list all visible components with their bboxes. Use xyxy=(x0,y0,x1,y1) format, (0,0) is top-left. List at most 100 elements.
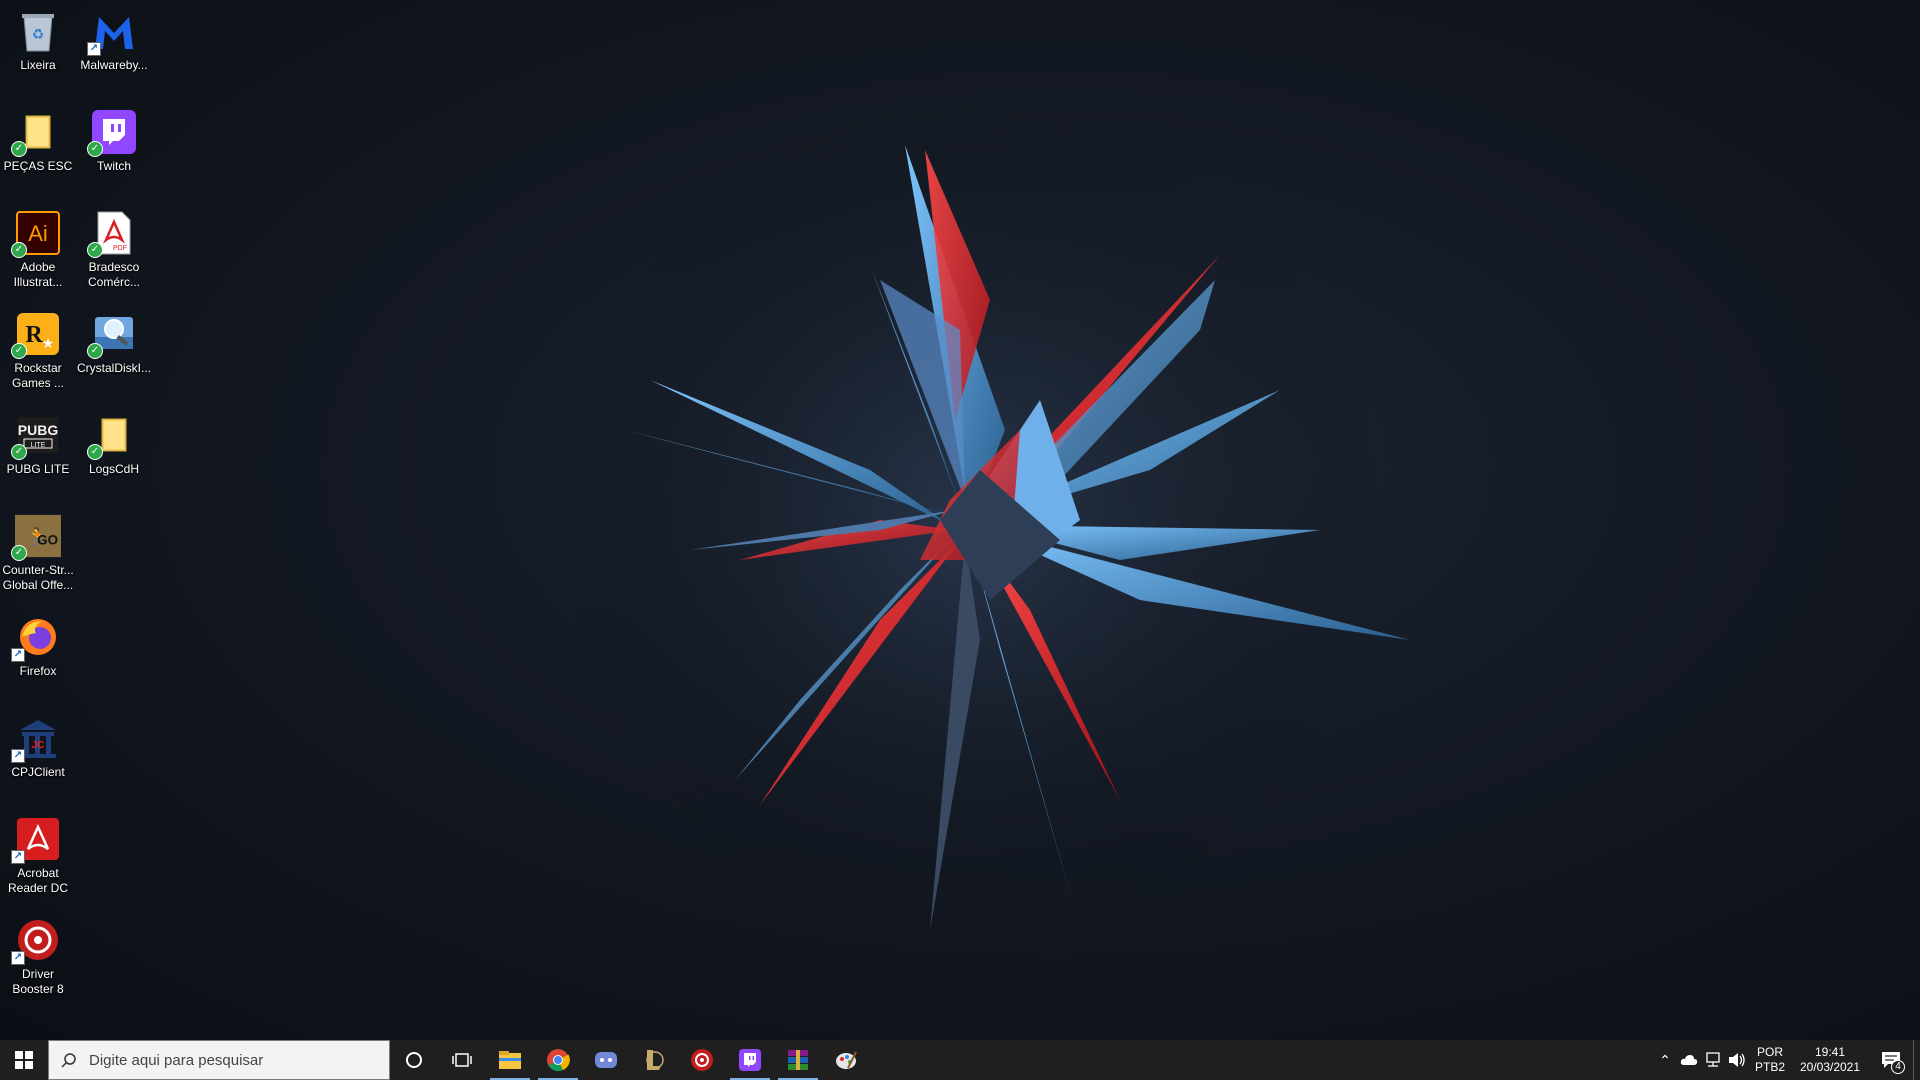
action-center-button[interactable]: 4 xyxy=(1869,1040,1913,1080)
driver-booster-icon: ↗ xyxy=(11,917,61,965)
windows-logo-icon xyxy=(15,1051,33,1069)
taskbar-app-winrar[interactable] xyxy=(774,1040,822,1080)
driver-booster-icon xyxy=(691,1049,713,1071)
taskbar-search-box[interactable]: Digite aqui para pesquisar xyxy=(48,1040,390,1080)
svg-text:PUBG: PUBG xyxy=(18,422,59,438)
desktop-icon-label: Lixeira xyxy=(20,58,56,72)
taskbar-app-paint[interactable] xyxy=(822,1040,870,1080)
cortana-circle-icon xyxy=(406,1052,422,1068)
desktop-icon-pecas-esc[interactable]: ✓ PEÇAS ESC xyxy=(0,101,76,197)
clock-time: 19:41 xyxy=(1814,1045,1846,1059)
desktop-icon-label: CrystalDiskI... xyxy=(76,361,151,375)
league-of-legends-icon xyxy=(646,1050,664,1070)
shortcut-arrow-icon: ↗ xyxy=(11,749,25,763)
desktop-icon-twitch[interactable]: ✓ Twitch xyxy=(76,101,152,197)
clock-button[interactable]: 19:41 20/03/2021 xyxy=(1791,1045,1869,1075)
volume-icon xyxy=(1729,1053,1745,1067)
desktop-icon-pubg-lite[interactable]: PUBG LITE ✓ PUBG LITE xyxy=(0,404,76,500)
desktop-icon-label: Driver Booster 8 xyxy=(12,967,64,996)
wallpaper-abstract-star xyxy=(550,100,1410,940)
desktop[interactable]: ♻ Lixeira ✓ PEÇAS ESC Ai ✓ Adobe Illustr… xyxy=(0,0,1920,1040)
taskbar-app-league-of-legends[interactable] xyxy=(630,1040,678,1080)
show-hidden-icons-button[interactable]: ⌃ xyxy=(1653,1040,1677,1080)
desktop-icon-driver-booster[interactable]: ↗ Driver Booster 8 xyxy=(0,909,76,1005)
desktop-icon-label: Malwareby... xyxy=(80,58,148,72)
desktop-icon-crystaldiskinfo[interactable]: ✓ CrystalDiskI... xyxy=(76,303,152,399)
task-view-button[interactable] xyxy=(438,1040,486,1080)
csgo-icon: 🏃 GO ✓ xyxy=(11,513,61,561)
desktop-icon-acrobat-reader[interactable]: ↗ Acrobat Reader DC xyxy=(0,808,76,904)
acrobat-reader-icon: ↗ xyxy=(11,816,61,864)
svg-text:★: ★ xyxy=(42,335,55,351)
cortana-button[interactable] xyxy=(390,1040,438,1080)
desktop-icon-firefox[interactable]: ↗ Firefox xyxy=(0,606,76,702)
desktop-icon-csgo[interactable]: 🏃 GO ✓ Counter-Str... Global Offe... xyxy=(0,505,76,601)
start-button[interactable] xyxy=(0,1040,48,1080)
desktop-icon-bradesco-pdf[interactable]: PDF ✓ Bradesco Comérc... xyxy=(76,202,152,298)
pubg-lite-icon: PUBG LITE ✓ xyxy=(11,412,61,460)
network-tray-button[interactable] xyxy=(1701,1040,1725,1080)
pdf-file-icon: PDF ✓ xyxy=(87,210,137,258)
taskbar-app-twitch[interactable] xyxy=(726,1040,774,1080)
taskbar-app-file-explorer[interactable] xyxy=(486,1040,534,1080)
rockstar-games-icon: R ★ ✓ xyxy=(11,311,61,359)
shortcut-arrow-icon: ↗ xyxy=(87,42,101,56)
desktop-icon-label: PUBG LITE xyxy=(6,462,70,476)
desktop-icon-recycle-bin[interactable]: ♻ Lixeira xyxy=(0,0,76,96)
sync-ok-icon: ✓ xyxy=(11,141,27,157)
taskbar-app-chrome[interactable] xyxy=(534,1040,582,1080)
svg-text:R: R xyxy=(25,322,43,348)
clock-date: 20/03/2021 xyxy=(1799,1060,1861,1074)
sync-ok-icon: ✓ xyxy=(87,444,103,460)
desktop-icon-label: PEÇAS ESC xyxy=(3,159,73,173)
winrar-icon xyxy=(788,1050,808,1070)
desktop-icon-logscdh[interactable]: ✓ LogsCdH xyxy=(76,404,152,500)
svg-text:Ai: Ai xyxy=(28,221,48,246)
svg-text:LITE: LITE xyxy=(31,442,46,449)
desktop-icon-rockstar-games[interactable]: R ★ ✓ Rockstar Games ... xyxy=(0,303,76,399)
shortcut-arrow-icon: ↗ xyxy=(11,648,25,662)
task-view-icon xyxy=(452,1053,472,1067)
taskbar-app-discord[interactable] xyxy=(582,1040,630,1080)
desktop-icon-label: Acrobat Reader DC xyxy=(7,866,69,895)
onedrive-tray-button[interactable] xyxy=(1677,1040,1701,1080)
svg-text:♻: ♻ xyxy=(32,26,45,42)
keyboard-layout: PTB2 xyxy=(1754,1060,1785,1074)
taskbar: Digite aqui para pesquisar ⌃ POR PTB2 19… xyxy=(0,1040,1920,1080)
input-language-button[interactable]: POR PTB2 xyxy=(1749,1045,1791,1075)
desktop-icon-cpjclient[interactable]: JC ↗ CPJClient xyxy=(0,707,76,803)
desktop-icon-label: Counter-Str... Global Offe... xyxy=(2,563,74,592)
sync-ok-icon: ✓ xyxy=(11,444,27,460)
svg-text:GO: GO xyxy=(37,533,58,548)
desktop-icon-adobe-illustrator[interactable]: Ai ✓ Adobe Illustrat... xyxy=(0,202,76,298)
chrome-icon xyxy=(547,1049,570,1072)
sync-ok-icon: ✓ xyxy=(11,242,27,258)
volume-tray-button[interactable] xyxy=(1725,1040,1749,1080)
network-icon xyxy=(1706,1052,1720,1067)
sync-ok-icon: ✓ xyxy=(11,545,27,561)
desktop-icon-label: CPJClient xyxy=(11,765,65,779)
desktop-icon-label: Firefox xyxy=(19,664,57,678)
show-desktop-button[interactable] xyxy=(1913,1040,1920,1080)
desktop-icon-label: Rockstar Games ... xyxy=(11,361,64,390)
twitch-icon: ✓ xyxy=(87,109,137,157)
paint-icon xyxy=(836,1051,857,1069)
shortcut-arrow-icon: ↗ xyxy=(11,951,25,965)
cloud-icon xyxy=(1680,1055,1698,1065)
search-placeholder: Digite aqui para pesquisar xyxy=(89,1051,264,1069)
discord-icon xyxy=(595,1052,617,1068)
search-icon xyxy=(61,1053,76,1068)
system-tray: ⌃ POR PTB2 19:41 20/03/2021 4 xyxy=(1653,1040,1920,1080)
sync-ok-icon: ✓ xyxy=(11,343,27,359)
recycle-bin-icon: ♻ xyxy=(15,8,61,54)
notification-count-badge: 4 xyxy=(1891,1060,1905,1074)
malwarebytes-icon: ↗ xyxy=(87,8,137,56)
file-explorer-icon xyxy=(499,1051,521,1069)
shortcut-arrow-icon: ↗ xyxy=(11,850,25,864)
desktop-icon-malwarebytes[interactable]: ↗ Malwareby... xyxy=(76,0,152,96)
svg-text:JC: JC xyxy=(32,740,45,751)
taskbar-app-driver-booster[interactable] xyxy=(678,1040,726,1080)
language-code: POR xyxy=(1756,1045,1783,1059)
twitch-icon xyxy=(739,1049,761,1071)
cpjclient-icon: JC ↗ xyxy=(11,715,61,763)
